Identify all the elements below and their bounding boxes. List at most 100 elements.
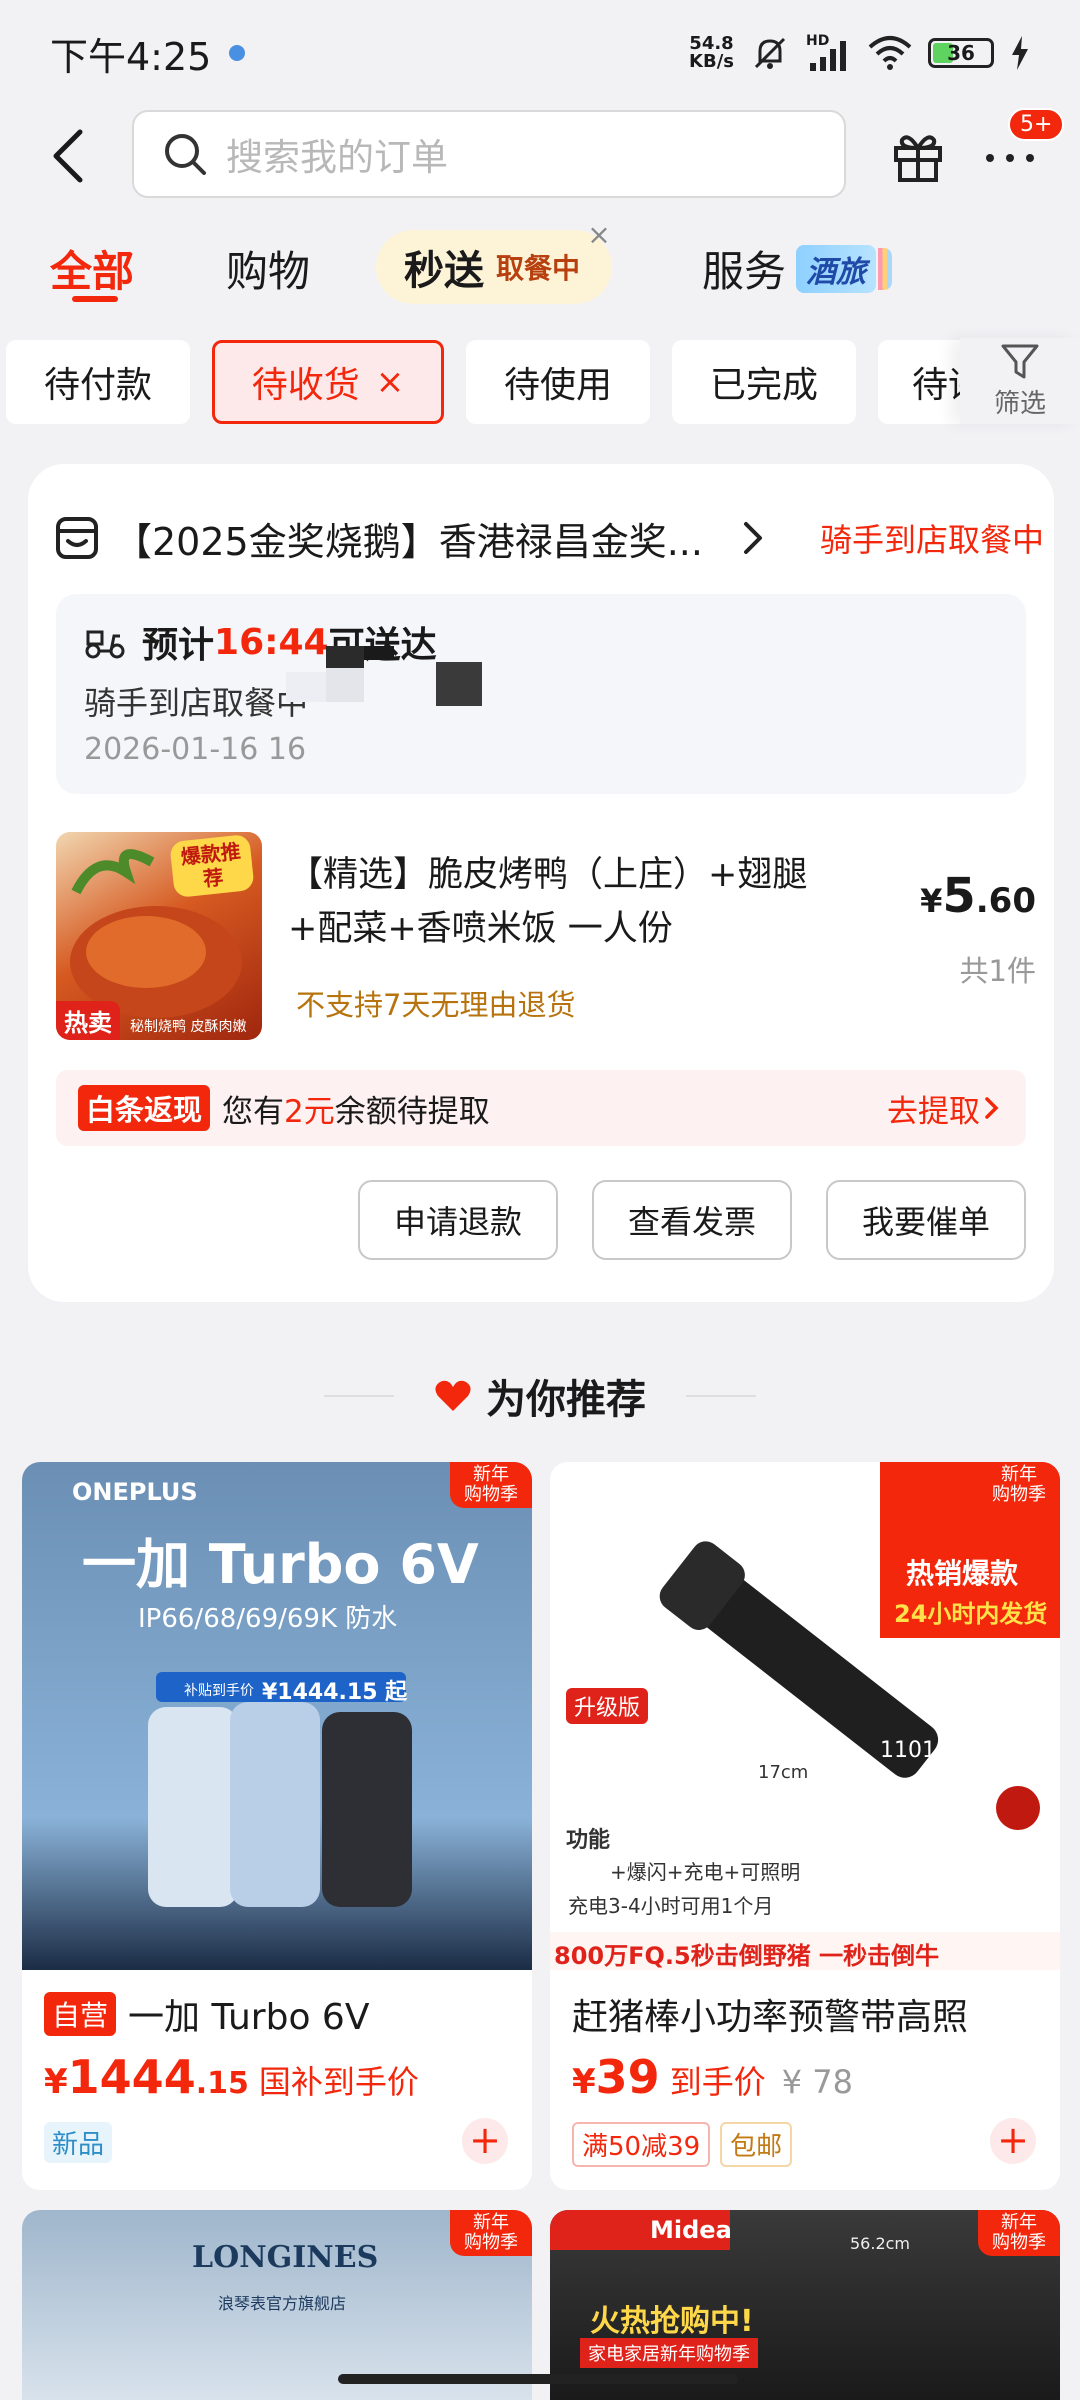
- tab-shopping[interactable]: 购物: [226, 238, 310, 299]
- discount-tag: 满50减39: [572, 2122, 711, 2167]
- gift-button[interactable]: [890, 128, 946, 184]
- hotel-travel-tag: 酒旅: [796, 244, 877, 293]
- store-row[interactable]: 【2025金奖烧鹅】香港禄昌金奖... 骑手到店取餐中: [54, 508, 1044, 568]
- product-quantity: 共1件: [959, 954, 1036, 988]
- urge-order-button[interactable]: 我要催单: [826, 1180, 1026, 1260]
- order-actions: 申请退款 查看发票 我要催单: [358, 1180, 1026, 1260]
- home-indicator[interactable]: [338, 2374, 738, 2384]
- new-tag-line1: 新年: [473, 2212, 509, 2233]
- new-year-tag: 新年 购物季: [450, 1462, 532, 1508]
- new-tag-line1: 新年: [1001, 1464, 1037, 1485]
- image-function-detail: +爆闪+充电+可照明: [610, 1860, 801, 1884]
- recommend-header: 为你推荐: [0, 1364, 1080, 1428]
- tab-service[interactable]: 服务 酒旅: [702, 238, 893, 299]
- store-icon: [56, 517, 98, 559]
- new-year-tag: 新年 购物季: [978, 2210, 1060, 2256]
- filter-button[interactable]: 筛选: [960, 338, 1080, 424]
- image-slogan: 800万FQ.5秒击倒野猪 一秒击倒牛: [554, 1942, 940, 1970]
- tab-service-label: 服务: [702, 247, 787, 296]
- status-icons: 54.8 KB/s HD 36: [689, 33, 1030, 73]
- filter-pending-receipt[interactable]: 待收货 ×: [212, 340, 444, 424]
- battery-icon: 36: [928, 38, 994, 68]
- search-icon: [165, 134, 206, 175]
- price-currency: ¥: [44, 2062, 68, 2102]
- withdraw-link-label: 去提取: [887, 1093, 980, 1130]
- message-badge: 5+: [1008, 108, 1065, 141]
- new-tag-line1: 新年: [473, 1464, 509, 1485]
- clear-filter-icon[interactable]: ×: [376, 362, 405, 402]
- mute-bell-icon: [754, 37, 786, 69]
- promo-banner: 火热抢购中!: [590, 2304, 754, 2339]
- price-integer: 5: [942, 868, 976, 924]
- filter-to-use[interactable]: 待使用: [466, 340, 650, 424]
- recommend-item[interactable]: Midea 56.2cm 火热抢购中! 家电家居新年购物季 新年 购物季: [550, 2210, 1060, 2400]
- image-price-label: 补贴到手价: [184, 1683, 254, 1699]
- price-decimal: .60: [975, 881, 1036, 921]
- tab-flash-delivery[interactable]: 秒送 取餐中: [376, 230, 612, 304]
- back-button[interactable]: [46, 128, 96, 184]
- cashback-banner[interactable]: 白条返现 您有2元余额待提取 去提取: [56, 1070, 1026, 1146]
- recommend-item[interactable]: LONGINES 浪琴表官方旗舰店 新年 购物季: [22, 2210, 532, 2400]
- recommend-item[interactable]: ONEPLUS 一加 Turbo 6V IP66/68/69/69K 防水 补贴…: [22, 1462, 532, 2190]
- image-subtitle: IP66/68/69/69K 防水: [138, 1604, 398, 1634]
- brand-logo: LONGINES: [192, 2240, 379, 2275]
- order-category-tabs: 全部 购物 秒送 取餐中 × 服务 酒旅: [0, 220, 1080, 318]
- filter-pending-receipt-label: 待收货: [251, 365, 360, 406]
- divider: [324, 1395, 394, 1397]
- original-price: ¥ 78: [781, 2063, 853, 2101]
- refund-button[interactable]: 申请退款: [358, 1180, 558, 1260]
- image-size-text: 17cm: [758, 1762, 809, 1783]
- filter-label: 筛选: [993, 388, 1046, 419]
- withdraw-link[interactable]: 去提取: [887, 1086, 1002, 1131]
- tab-flash-status: 取餐中: [496, 252, 581, 285]
- network-speed: 54.8 KB/s: [689, 35, 734, 71]
- hot-sale-tag: 热卖: [56, 1001, 120, 1040]
- price-decimal: .15: [195, 2066, 249, 2101]
- image-upgrade-tag: 升级版: [566, 1688, 649, 1724]
- return-policy-note: 不支持7天无理由退货: [296, 988, 576, 1022]
- wifi-icon: [868, 36, 912, 70]
- close-icon[interactable]: ×: [584, 220, 614, 250]
- eta-prefix: 预计: [142, 625, 215, 666]
- new-year-tag: 新年 购物季: [450, 2210, 532, 2256]
- item-price: ¥39 到手价 ¥ 78: [572, 2050, 853, 2104]
- product-image[interactable]: 爆款推荐 热卖 秘制烧鸭 皮酥肉嫩: [56, 832, 262, 1040]
- item-name: 自营 一加 Turbo 6V: [44, 1988, 369, 2040]
- status-filter-row: 待付款 待收货 × 待使用 已完成 待评: [0, 340, 1080, 424]
- back-arrow-icon: [53, 129, 83, 183]
- chevron-right-icon: [744, 522, 762, 554]
- item-name: 赶猪棒小功率预警带高照: [572, 1988, 968, 2040]
- image-charge-text: 充电3-4小时可用1个月: [568, 1894, 774, 1918]
- order-card[interactable]: 【2025金奖烧鹅】香港禄昌金奖... 骑手到店取餐中 预计 16:44 可送达…: [28, 464, 1054, 1302]
- add-to-cart-button[interactable]: +: [990, 2118, 1036, 2164]
- search-input[interactable]: 搜索我的订单: [132, 110, 846, 198]
- filter-completed[interactable]: 已完成: [672, 340, 856, 424]
- tag-decoration: [878, 247, 893, 290]
- signal-icon: HD: [806, 33, 852, 73]
- delivery-eta-panel[interactable]: 预计 16:44 可送达 骑手到店取餐中 2026-01-16 16: [56, 594, 1026, 794]
- invoice-button[interactable]: 查看发票: [592, 1180, 792, 1260]
- new-year-tag: 新年 购物季: [978, 1462, 1060, 1508]
- image-price: ¥1444.15 起: [262, 1680, 408, 1705]
- brand-logo: Midea: [650, 2216, 732, 2244]
- divider: [686, 1395, 756, 1397]
- tab-active-indicator: [72, 296, 118, 302]
- product-price: ¥5.60: [920, 868, 1036, 924]
- redaction-mosaic: [286, 646, 482, 706]
- filter-pending-payment[interactable]: 待付款: [6, 340, 190, 424]
- promo-subtitle: 家电家居新年购物季: [580, 2338, 758, 2368]
- order-product-row[interactable]: 爆款推荐 热卖 秘制烧鸭 皮酥肉嫩 【精选】脆皮烤鸭（上庄）+翅腿+配菜+香喷米…: [56, 832, 1036, 1042]
- battery-level: 36: [947, 41, 975, 65]
- search-header: 搜索我的订单 5+: [0, 108, 1080, 202]
- new-tag-line2: 购物季: [992, 1484, 1046, 1505]
- recommend-item[interactable]: 热销爆款 24小时内发货 升级版 1101 17cm 功能 +爆闪+充电+可照明…: [550, 1462, 1060, 2190]
- net-speed-unit: KB/s: [689, 51, 734, 72]
- tab-all[interactable]: 全部: [50, 238, 134, 299]
- charging-icon: [1012, 36, 1028, 70]
- product-title[interactable]: 【精选】脆皮烤鸭（上庄）+翅腿+配菜+香喷米饭 一人份: [288, 848, 868, 956]
- heart-icon: [435, 1380, 471, 1411]
- cashback-amount: 2元: [284, 1093, 335, 1130]
- image-hot-text: 热销爆款: [906, 1557, 1019, 1590]
- add-to-cart-button[interactable]: +: [462, 2118, 508, 2164]
- item-title: 赶猪棒小功率预警带高照: [572, 1997, 969, 2038]
